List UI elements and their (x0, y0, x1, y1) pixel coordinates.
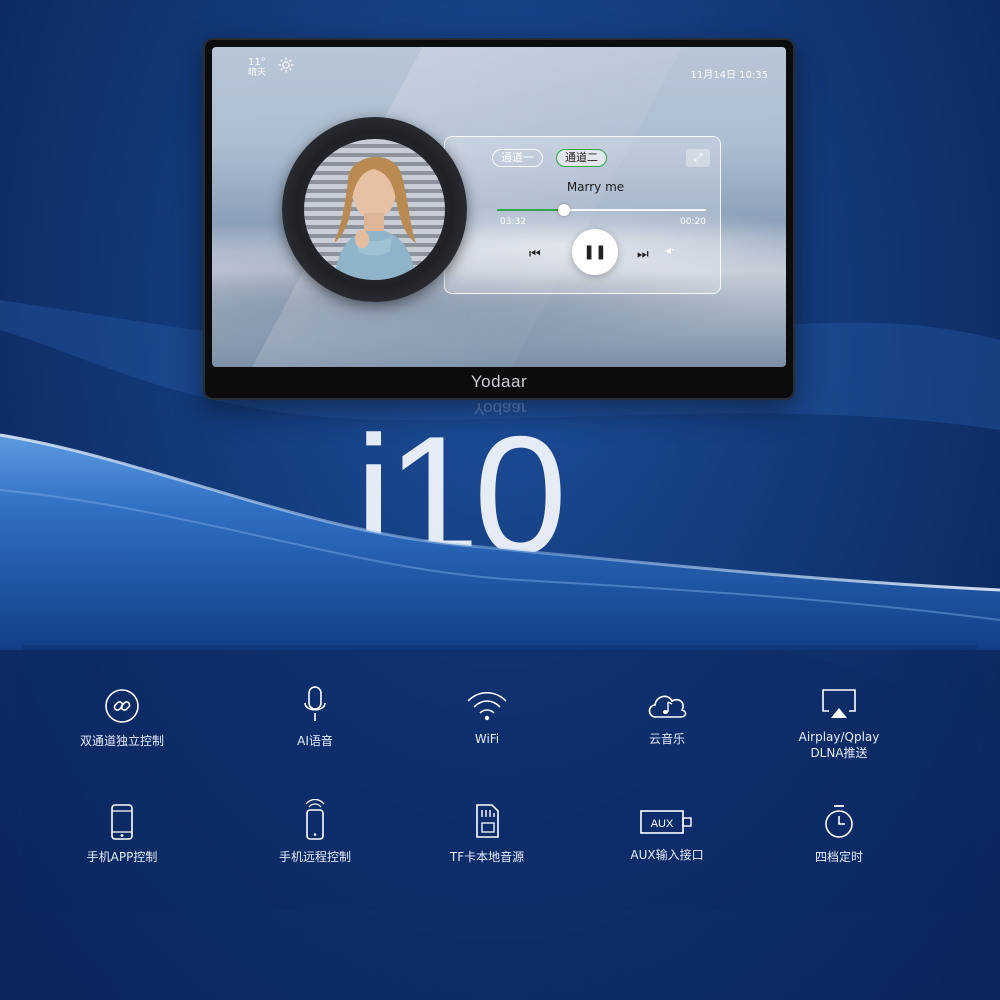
smart-panel-device: 11° 晴天 11月14日 10:35 通道一 通道二 ⤢ Marry me 0… (203, 38, 795, 400)
next-track-icon[interactable]: ⏭ (637, 247, 649, 262)
feature-label: 云音乐 (648, 732, 685, 746)
feature-remote-control: 手机远程控制 (230, 799, 400, 865)
svg-text:AUX: AUX (651, 818, 674, 830)
feature-dual-channel: 双通道独立控制 (37, 687, 207, 749)
microphone-icon (304, 686, 326, 721)
feature-wifi: WiFi (402, 687, 572, 747)
feature-app-control: 手机APP控制 (37, 803, 207, 865)
feature-label: 双通道独立控制 (79, 734, 164, 748)
progress-knob[interactable] (557, 204, 570, 216)
progress-slider[interactable] (497, 204, 706, 216)
features-panel: 双通道独立控制 AI语音 WiFi 云音乐 Airplay/Qplay DLNA… (22, 645, 977, 910)
pause-icon[interactable]: ❚❚ (572, 229, 618, 275)
date-time-text: 11月14日 10:35 (690, 70, 768, 81)
feature-label: 手机远程控制 (278, 850, 351, 864)
channel-2-button[interactable]: 通道二 (556, 149, 607, 167)
remaining-time: 00:20 (680, 217, 706, 227)
temperature-text: 11° (248, 57, 266, 68)
timer-icon (825, 805, 853, 838)
channel-1-button[interactable]: 通道一 (492, 149, 543, 167)
feature-label-line2: DLNA推送 (810, 746, 868, 760)
feature-aux: AUX AUX输入接口 (582, 805, 752, 863)
weather-widget: 11° 晴天 (248, 57, 266, 79)
sun-icon (278, 57, 294, 73)
elapsed-time: 03:32 (500, 217, 526, 227)
device-screen: 11° 晴天 11月14日 10:35 通道一 通道二 ⤢ Marry me 0… (212, 47, 786, 367)
remote-phone-icon (305, 799, 325, 840)
link-icon (105, 689, 139, 723)
expand-icon[interactable]: ⤢ (686, 149, 710, 167)
progress-fill (497, 209, 564, 211)
feature-airplay: Airplay/Qplay DLNA推送 (754, 687, 924, 761)
song-title: Marry me (566, 180, 625, 194)
sd-card-icon (476, 804, 499, 838)
album-disc (282, 117, 467, 302)
album-art-image (304, 139, 445, 280)
cloud-music-icon (648, 695, 687, 718)
music-player-card: 通道一 通道二 ⤢ Marry me 03:32 00:20 ⏮ ❚❚ ⏭ ◂· (444, 136, 721, 294)
feature-label: 手机APP控制 (86, 850, 158, 864)
brand-logo: Yodaar (470, 372, 528, 391)
wifi-icon (467, 691, 507, 721)
feature-label: AUX输入接口 (630, 848, 704, 862)
phone-icon (111, 804, 133, 840)
aux-port-icon: AUX (640, 810, 692, 834)
feature-label: 四档定时 (814, 850, 863, 864)
feature-timer: 四档定时 (754, 803, 924, 865)
airplay-icon (822, 689, 856, 718)
feature-cloud-music: 云音乐 (582, 687, 752, 747)
feature-label: WiFi (474, 732, 500, 746)
silk-wave (0, 433, 1000, 650)
feature-ai-voice: AI语音 (230, 685, 400, 749)
volume-icon[interactable]: ◂· (665, 243, 675, 257)
weather-text: 晴天 (248, 68, 267, 78)
feature-label: AI语音 (297, 734, 333, 748)
previous-track-icon[interactable]: ⏮ (529, 247, 541, 262)
feature-label: Airplay/Qplay (798, 730, 880, 744)
feature-label: TF卡本地音源 (449, 850, 525, 864)
feature-tf-card: TF卡本地音源 (402, 801, 572, 865)
